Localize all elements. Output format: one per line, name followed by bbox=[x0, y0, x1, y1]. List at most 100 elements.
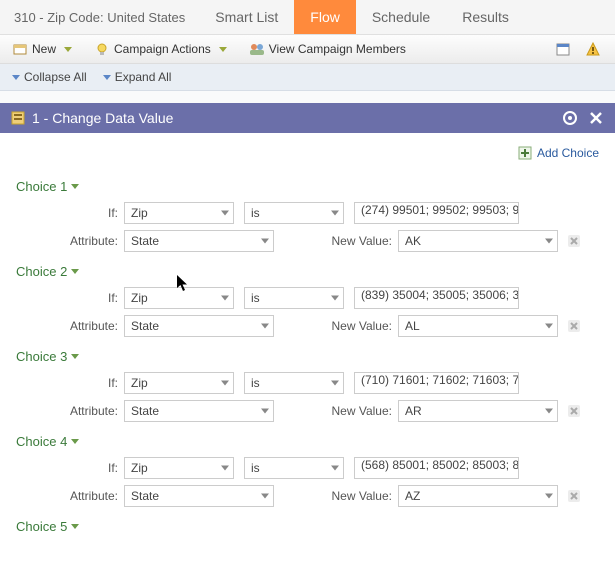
attribute-select[interactable]: State bbox=[124, 485, 274, 507]
choice-header[interactable]: Choice 3 bbox=[16, 349, 79, 364]
chevron-down-icon bbox=[261, 324, 269, 329]
chevron-down-icon bbox=[71, 184, 79, 189]
choice-block: Choice 2 If: Zip is (839) 35004; 35005; … bbox=[16, 258, 599, 337]
add-choice-button[interactable]: Add Choice bbox=[517, 145, 599, 161]
new-value-label: New Value: bbox=[322, 404, 398, 418]
main-tabbar: 310 - Zip Code: United States Smart List… bbox=[0, 0, 615, 35]
step-header: 1 - Change Data Value bbox=[0, 103, 615, 133]
step-panel: Add Choice Choice 1 If: Zip is (274) 995… bbox=[0, 133, 615, 583]
chevron-down-icon bbox=[545, 239, 553, 244]
if-operator-select[interactable]: is bbox=[244, 372, 344, 394]
chevron-down-icon bbox=[261, 494, 269, 499]
if-value-input[interactable]: (710) 71601; 71602; 71603; 71604 bbox=[354, 372, 519, 394]
chevron-down-icon bbox=[71, 439, 79, 444]
new-label: New bbox=[32, 42, 56, 56]
chevron-down-icon bbox=[64, 47, 72, 52]
new-value-select[interactable]: AR bbox=[398, 400, 558, 422]
attribute-label: Attribute: bbox=[16, 489, 124, 503]
calendar-icon bbox=[555, 41, 571, 57]
attribute-select[interactable]: State bbox=[124, 400, 274, 422]
chevron-down-icon bbox=[221, 381, 229, 386]
if-field-select[interactable]: Zip bbox=[124, 372, 234, 394]
toolbar: New Campaign Actions View Campaign Membe… bbox=[0, 35, 615, 64]
calendar-button[interactable] bbox=[551, 38, 575, 60]
chevron-down-icon bbox=[221, 466, 229, 471]
chevron-down-icon bbox=[221, 211, 229, 216]
if-label: If: bbox=[16, 291, 124, 305]
new-value-select[interactable]: AZ bbox=[398, 485, 558, 507]
chevron-down-icon bbox=[331, 466, 339, 471]
close-icon[interactable] bbox=[587, 109, 605, 127]
if-label: If: bbox=[16, 206, 124, 220]
tab-schedule[interactable]: Schedule bbox=[356, 0, 446, 34]
attribute-label: Attribute: bbox=[16, 404, 124, 418]
chevron-down-icon bbox=[545, 409, 553, 414]
collapse-all-button[interactable]: Collapse All bbox=[4, 67, 95, 87]
if-value-input[interactable]: (274) 99501; 99502; 99503; 99504 bbox=[354, 202, 519, 224]
tab-results[interactable]: Results bbox=[446, 0, 525, 34]
if-operator-select[interactable]: is bbox=[244, 457, 344, 479]
if-operator-select[interactable]: is bbox=[244, 202, 344, 224]
if-label: If: bbox=[16, 376, 124, 390]
new-menu[interactable]: New bbox=[4, 38, 80, 60]
alert-button[interactable] bbox=[581, 38, 605, 60]
chevron-down-icon bbox=[71, 354, 79, 359]
if-value-input[interactable]: (839) 35004; 35005; 35006; 35007 bbox=[354, 287, 519, 309]
attribute-select[interactable]: State bbox=[124, 230, 274, 252]
collapse-bar: Collapse All Expand All bbox=[0, 64, 615, 91]
if-field-select[interactable]: Zip bbox=[124, 202, 234, 224]
view-members-button[interactable]: View Campaign Members bbox=[241, 38, 414, 60]
attribute-select[interactable]: State bbox=[124, 315, 274, 337]
warning-icon bbox=[585, 41, 601, 57]
chevron-down-icon bbox=[545, 494, 553, 499]
delete-choice-button[interactable] bbox=[566, 488, 582, 504]
plus-icon bbox=[517, 145, 533, 161]
if-field-select[interactable]: Zip bbox=[124, 457, 234, 479]
collapse-all-label: Collapse All bbox=[24, 70, 87, 84]
if-operator-select[interactable]: is bbox=[244, 287, 344, 309]
chevron-down-icon bbox=[71, 269, 79, 274]
attribute-label: Attribute: bbox=[16, 319, 124, 333]
if-value-input[interactable]: (568) 85001; 85002; 85003; 85004 bbox=[354, 457, 519, 479]
expand-all-label: Expand All bbox=[115, 70, 172, 84]
chevron-down-icon bbox=[71, 524, 79, 529]
chevron-down-icon bbox=[12, 75, 20, 80]
chevron-down-icon bbox=[261, 409, 269, 414]
choice-name: Choice 5 bbox=[16, 519, 67, 534]
new-value-select[interactable]: AK bbox=[398, 230, 558, 252]
choice-header[interactable]: Choice 2 bbox=[16, 264, 79, 279]
expand-all-button[interactable]: Expand All bbox=[95, 67, 180, 87]
campaign-title: 310 - Zip Code: United States bbox=[0, 0, 199, 34]
step-title: 1 - Change Data Value bbox=[32, 110, 173, 126]
choice-header[interactable]: Choice 1 bbox=[16, 179, 79, 194]
lightbulb-icon bbox=[94, 41, 110, 57]
campaign-actions-menu[interactable]: Campaign Actions bbox=[86, 38, 235, 60]
attribute-label: Attribute: bbox=[16, 234, 124, 248]
tab-smart-list[interactable]: Smart List bbox=[199, 0, 294, 34]
new-value-label: New Value: bbox=[322, 489, 398, 503]
choice-header[interactable]: Choice 5 bbox=[16, 519, 79, 534]
chevron-down-icon bbox=[331, 296, 339, 301]
new-value-select[interactable]: AL bbox=[398, 315, 558, 337]
delete-choice-button[interactable] bbox=[566, 233, 582, 249]
tab-flow[interactable]: Flow bbox=[294, 0, 356, 34]
choice-header[interactable]: Choice 4 bbox=[16, 434, 79, 449]
delete-choice-button[interactable] bbox=[566, 403, 582, 419]
new-value-label: New Value: bbox=[322, 234, 398, 248]
choice-block: Choice 1 If: Zip is (274) 99501; 99502; … bbox=[16, 173, 599, 252]
chevron-down-icon bbox=[331, 381, 339, 386]
if-field-select[interactable]: Zip bbox=[124, 287, 234, 309]
chevron-down-icon bbox=[545, 324, 553, 329]
delete-choice-button[interactable] bbox=[566, 318, 582, 334]
chevron-down-icon bbox=[103, 75, 111, 80]
choice-block: Choice 5 bbox=[16, 513, 599, 542]
choice-block: Choice 4 If: Zip is (568) 85001; 85002; … bbox=[16, 428, 599, 507]
view-members-label: View Campaign Members bbox=[269, 42, 406, 56]
settings-icon[interactable] bbox=[561, 109, 579, 127]
choice-name: Choice 1 bbox=[16, 179, 67, 194]
new-value-label: New Value: bbox=[322, 319, 398, 333]
form-icon bbox=[10, 110, 26, 126]
choice-name: Choice 3 bbox=[16, 349, 67, 364]
choice-name: Choice 4 bbox=[16, 434, 67, 449]
campaign-actions-label: Campaign Actions bbox=[114, 42, 211, 56]
